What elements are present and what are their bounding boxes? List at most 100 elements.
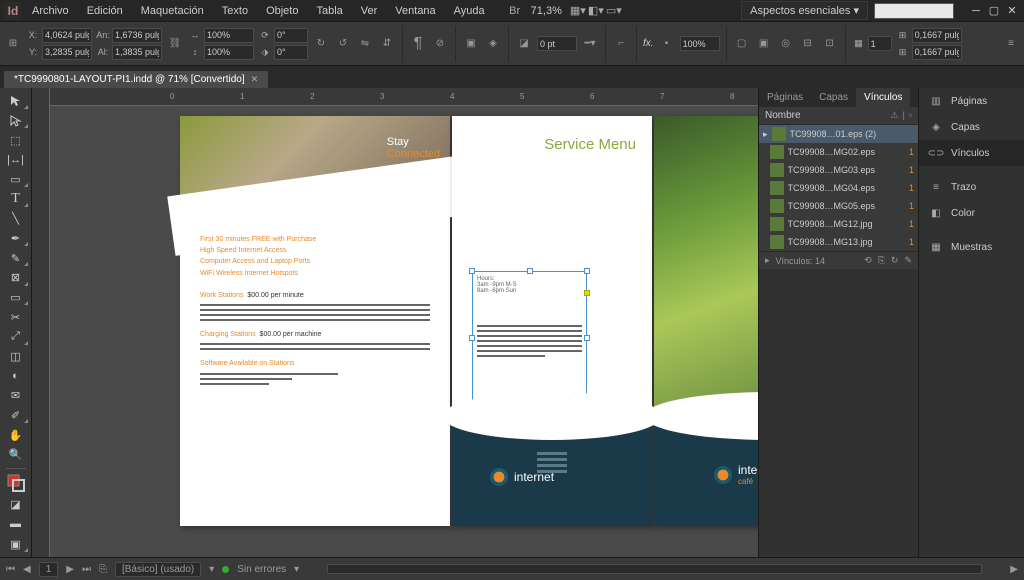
note-tool[interactable]: ✉	[3, 387, 29, 405]
corner-options-icon[interactable]: ⌐	[612, 35, 630, 53]
fill-stroke-icon[interactable]: ◪	[515, 35, 533, 53]
page-1[interactable]: StayConnected First 30 minutes FREE with…	[180, 116, 450, 526]
stroke-style-icon[interactable]: ━▾	[581, 35, 599, 53]
menu-ventana[interactable]: Ventana	[387, 3, 443, 19]
arrange-icon[interactable]: ▭▾	[606, 3, 622, 19]
select-container-icon[interactable]: ▣	[462, 35, 480, 53]
search-input[interactable]	[874, 3, 954, 19]
type-tool[interactable]: T	[3, 190, 29, 208]
line-tool[interactable]: ╲	[3, 210, 29, 228]
view-mode-normal-icon[interactable]: ▣	[3, 535, 29, 553]
goto-link-icon[interactable]: ⎘	[878, 255, 885, 266]
text-wrap-jumpcol-icon[interactable]: ⊡	[821, 35, 839, 53]
zoom-tool[interactable]: 🔍	[3, 446, 29, 464]
panel-tab-capas[interactable]: Capas	[811, 88, 856, 107]
pasteboard[interactable]: StayConnected First 30 minutes FREE with…	[50, 106, 758, 557]
menu-maquetacion[interactable]: Maquetación	[133, 3, 212, 19]
page-nav-first-icon[interactable]: ⏮	[6, 564, 15, 575]
text-wrap-shape-icon[interactable]: ◎	[777, 35, 795, 53]
eyedropper-tool[interactable]: ✐	[3, 407, 29, 425]
gradient-swatch-tool[interactable]: ◫	[3, 348, 29, 366]
menu-texto[interactable]: Texto	[214, 3, 256, 19]
page-nav-next-icon[interactable]: ▶	[66, 564, 74, 575]
rotate-ccw-icon[interactable]: ↺	[334, 35, 352, 53]
h-input[interactable]	[112, 45, 162, 60]
stroke-weight-input[interactable]	[537, 36, 577, 51]
view-options-icon[interactable]: ▦▾	[570, 3, 586, 19]
link-row[interactable]: ▸TC99908…01.eps (2)	[759, 125, 918, 143]
horizontal-ruler[interactable]: 01234567891011	[50, 88, 758, 106]
panel-tab-vinculos[interactable]: Vínculos	[856, 88, 910, 107]
rectangle-tool[interactable]: ▭	[3, 289, 29, 307]
direct-selection-tool[interactable]	[3, 112, 29, 130]
cols-input[interactable]	[868, 36, 892, 51]
pencil-tool[interactable]: ✎	[3, 249, 29, 267]
flip-h-icon[interactable]: ⇋	[356, 35, 374, 53]
rotate-input[interactable]	[274, 28, 308, 43]
column-nombre[interactable]: Nombre	[765, 110, 801, 121]
bridge-icon[interactable]: Br	[507, 3, 523, 19]
panel-tab-paginas[interactable]: Páginas	[759, 88, 811, 107]
zoom-level[interactable]: 71,3%	[525, 5, 568, 17]
menu-ver[interactable]: Ver	[353, 3, 386, 19]
link-row[interactable]: TC99908…MG05.eps1	[759, 197, 918, 215]
rotate-cw-icon[interactable]: ↻	[312, 35, 330, 53]
selection-tool[interactable]	[3, 92, 29, 110]
apply-color-icon[interactable]: ▬	[3, 516, 29, 534]
side-trazo[interactable]: ≡Trazo	[919, 174, 1024, 200]
page-tool[interactable]: ⬚	[3, 131, 29, 149]
constrain-icon[interactable]: ⛓	[166, 35, 184, 53]
pen-tool[interactable]: ✒	[3, 230, 29, 248]
text-wrap-bbox-icon[interactable]: ▣	[755, 35, 773, 53]
page-nav-prev-icon[interactable]: ◀	[23, 564, 31, 575]
shear-input[interactable]	[274, 45, 308, 60]
link-row[interactable]: TC99908…MG03.eps1	[759, 161, 918, 179]
gutter-h-input[interactable]	[912, 45, 962, 60]
clear-override-icon[interactable]: ⊘	[431, 35, 449, 53]
hand-tool[interactable]: ✋	[3, 426, 29, 444]
text-wrap-none-icon[interactable]: ▢	[733, 35, 751, 53]
x-input[interactable]	[42, 28, 92, 43]
text-wrap-jump-icon[interactable]: ⊟	[799, 35, 817, 53]
screen-mode-icon[interactable]: ◧▾	[588, 3, 604, 19]
tab-close-icon[interactable]: ✕	[251, 74, 259, 85]
edit-original-icon[interactable]: ✎	[904, 255, 912, 266]
y-input[interactable]	[42, 45, 92, 60]
link-row[interactable]: TC99908…MG12.jpg1	[759, 215, 918, 233]
content-collector-tool[interactable]: ▭	[3, 171, 29, 189]
scroll-right-icon[interactable]: ▶	[1010, 564, 1018, 575]
update-link-icon[interactable]: ↻	[891, 255, 899, 266]
workspace-dropdown[interactable]: Aspectos esenciales ▾	[741, 1, 868, 20]
control-menu-icon[interactable]: ≡	[1002, 35, 1020, 53]
canvas-area[interactable]: 01234567891011 StayConnected First 30 mi…	[32, 88, 758, 557]
scale-x-input[interactable]	[204, 28, 254, 43]
minimize-button[interactable]: ─	[968, 4, 984, 18]
select-content-icon[interactable]: ◈	[484, 35, 502, 53]
opacity-input[interactable]	[680, 36, 720, 51]
scissors-tool[interactable]: ✂	[3, 308, 29, 326]
side-vinculos[interactable]: ⊂⊃Vínculos	[919, 140, 1024, 166]
side-color[interactable]: ◧Color	[919, 200, 1024, 226]
preflight-text[interactable]: Sin errores	[237, 564, 286, 575]
gradient-feather-tool[interactable]: ◐	[3, 367, 29, 385]
scale-y-input[interactable]	[204, 45, 254, 60]
menu-archivo[interactable]: Archivo	[24, 3, 77, 19]
gutter-w-input[interactable]	[912, 28, 962, 43]
page-col-icon[interactable]: ▫	[909, 110, 912, 121]
relink-icon[interactable]: ⟲	[864, 255, 872, 266]
formatting-container-icon[interactable]: ◪	[3, 496, 29, 514]
flip-v-icon[interactable]: ⇵	[378, 35, 396, 53]
link-row[interactable]: TC99908…MG13.jpg1	[759, 233, 918, 251]
open-icon[interactable]: ⎘	[99, 564, 107, 575]
side-capas[interactable]: ◈Capas	[919, 114, 1024, 140]
gap-tool[interactable]: |↔|	[3, 151, 29, 169]
drop-shadow-icon[interactable]: ▪	[658, 35, 676, 53]
menu-edicion[interactable]: Edición	[79, 3, 131, 19]
menu-objeto[interactable]: Objeto	[258, 3, 306, 19]
page-2[interactable]: Service Menu Hours: 3am -9pm M-S 8am -6p…	[452, 116, 652, 526]
maximize-button[interactable]: ▢	[986, 4, 1002, 18]
fx-button[interactable]: fx.	[643, 38, 654, 49]
rectangle-frame-tool[interactable]: ⊠	[3, 269, 29, 287]
page-number-field[interactable]: 1	[39, 562, 59, 577]
w-input[interactable]	[112, 28, 162, 43]
